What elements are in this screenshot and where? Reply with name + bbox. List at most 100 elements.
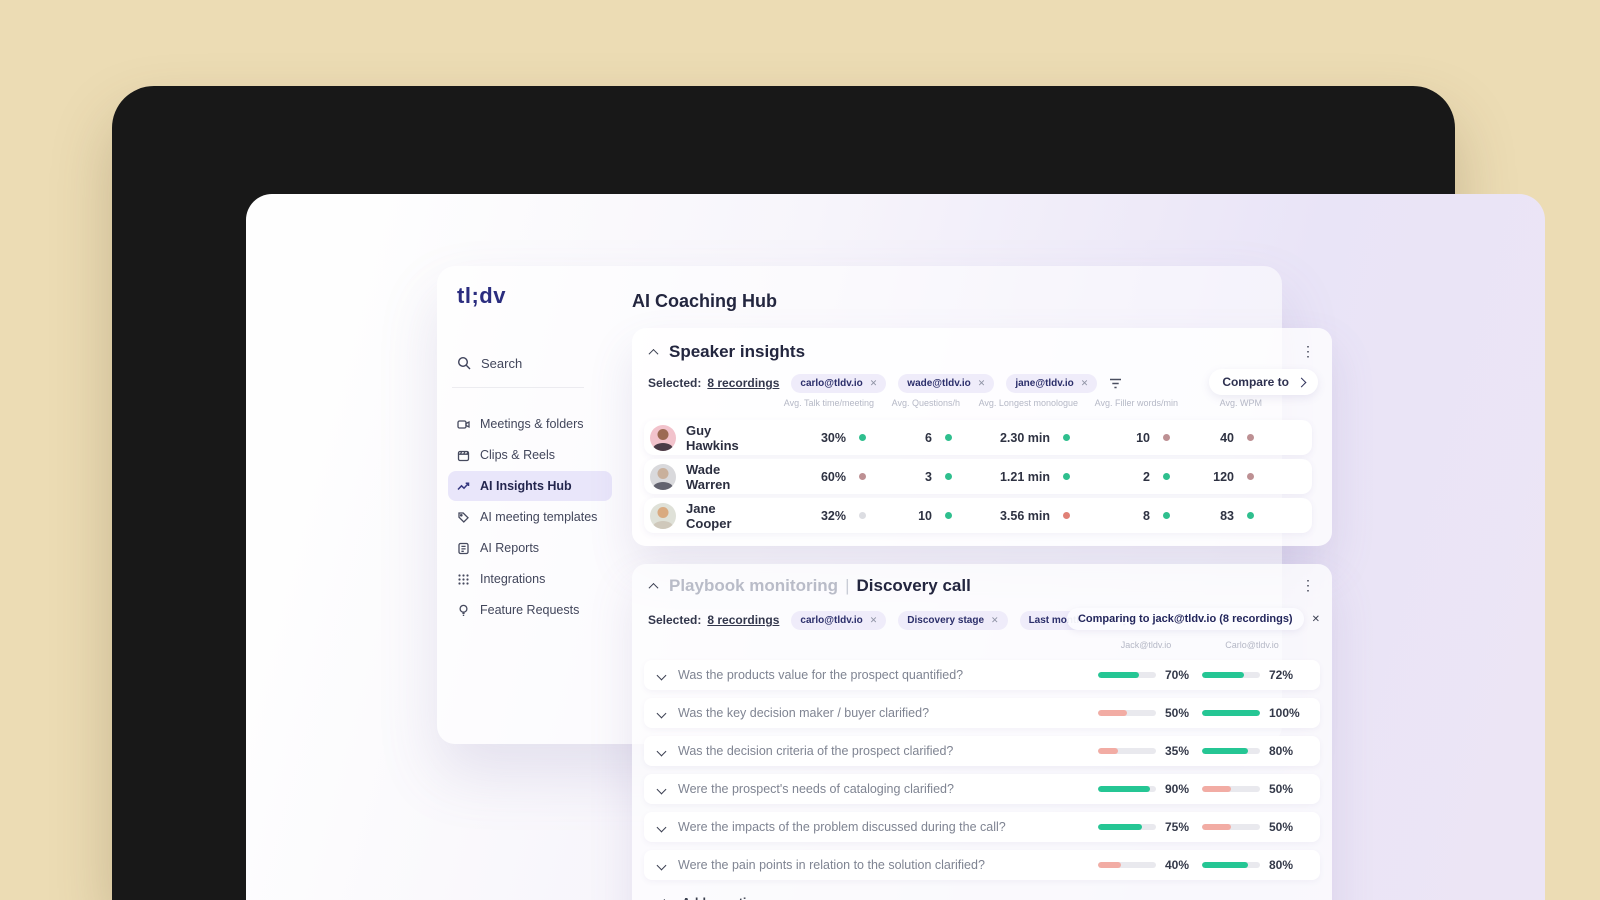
progress-left: 70% xyxy=(1098,668,1202,682)
laptop-frame: tl;dv Search Meetings & folders Clips & … xyxy=(112,86,1545,900)
sidebar-item-label: Integrations xyxy=(480,572,546,586)
expand-chevron-icon[interactable] xyxy=(656,860,667,870)
status-dot xyxy=(1163,434,1170,441)
kebab-menu-icon[interactable] xyxy=(1300,577,1316,594)
sidebar-item-ai-reports[interactable]: AI Reports xyxy=(448,533,612,563)
question-row[interactable]: Were the pain points in relation to the … xyxy=(644,850,1320,880)
playbook-header[interactable]: Playbook monitoring | Discovery call xyxy=(648,576,971,596)
selected-recordings-link[interactable]: 8 recordings xyxy=(707,613,779,627)
filter-funnel-icon[interactable] xyxy=(1109,378,1122,389)
comparing-chip-wrap: Comparing to jack@tldv.io (8 recordings) xyxy=(1066,608,1320,630)
filter-chip[interactable]: carlo@tldv.io xyxy=(791,373,887,393)
sidebar-item-clips[interactable]: Clips & Reels xyxy=(448,440,612,470)
filter-chip[interactable]: jane@tldv.io xyxy=(1006,373,1098,393)
playbook-monitoring-card: Playbook monitoring|Discovery call Selec… xyxy=(632,564,1332,900)
playbook-title: Discovery call xyxy=(856,576,971,595)
avatar xyxy=(650,424,676,451)
sidebar-item-meetings[interactable]: Meetings & folders xyxy=(448,409,612,439)
compare-to-button[interactable]: Compare to xyxy=(1209,369,1318,395)
speaker-row-wade-warren[interactable]: Wade Warren 60% 3 1.21 min 2 120 xyxy=(644,459,1312,494)
tldv-logo: tl;dv xyxy=(457,283,506,308)
sidebar-search-label: Search xyxy=(481,355,523,371)
status-dot xyxy=(945,512,952,519)
template-tag-icon xyxy=(458,511,469,523)
progress-right: 80% xyxy=(1202,744,1306,758)
comparison-column-right: Carlo@tldv.io xyxy=(1225,640,1279,650)
column-header: Avg. Talk time/meeting xyxy=(783,398,874,408)
sidebar-item-feature-requests[interactable]: Feature Requests xyxy=(448,595,612,625)
progress-bar xyxy=(1202,786,1231,792)
remove-chip-icon[interactable] xyxy=(870,615,878,626)
status-dot xyxy=(1247,473,1254,480)
sidebar-search[interactable]: Search xyxy=(448,348,612,378)
laptop-screen: tl;dv Search Meetings & folders Clips & … xyxy=(246,194,1545,900)
status-dot xyxy=(859,434,866,441)
status-dot xyxy=(945,434,952,441)
expand-chevron-icon[interactable] xyxy=(656,670,667,680)
column-header: Avg. Longest monologue xyxy=(978,398,1078,408)
progress-bar xyxy=(1098,786,1151,792)
sidebar-item-integrations[interactable]: Integrations xyxy=(448,564,612,594)
column-header: Avg. WPM xyxy=(1219,398,1262,408)
plus-icon xyxy=(660,895,669,900)
sidebar-item-label: AI Reports xyxy=(480,541,540,555)
collapse-chevron-icon[interactable] xyxy=(648,348,659,359)
status-dot xyxy=(1063,512,1070,519)
expand-chevron-icon[interactable] xyxy=(656,784,667,794)
avatar xyxy=(650,463,676,490)
comparing-chip[interactable]: Comparing to jack@tldv.io (8 recordings) xyxy=(1066,608,1304,630)
desktop-background: tl;dv Search Meetings & folders Clips & … xyxy=(0,0,1600,900)
progress-left: 35% xyxy=(1098,744,1202,758)
sidebar-item-ai-insights-hub[interactable]: AI Insights Hub xyxy=(448,471,612,501)
speaker-insights-header[interactable]: Speaker insights xyxy=(648,342,805,362)
collapse-chevron-icon[interactable] xyxy=(648,582,659,593)
sidebar-item-ai-meeting-templates[interactable]: AI meeting templates xyxy=(448,502,612,532)
speaker-row-guy-hawkins[interactable]: Guy Hawkins 30% 6 2.30 min 10 40 xyxy=(644,420,1312,455)
remove-chip-icon[interactable] xyxy=(978,378,986,389)
remove-chip-icon[interactable] xyxy=(870,378,878,389)
clapperboard-icon xyxy=(457,450,470,461)
expand-chevron-icon[interactable] xyxy=(656,708,667,718)
search-icon xyxy=(457,356,471,370)
remove-comparison-icon[interactable] xyxy=(1312,614,1320,625)
expand-chevron-icon[interactable] xyxy=(656,746,667,756)
expand-chevron-icon[interactable] xyxy=(656,822,667,832)
filter-chip[interactable]: Discovery stage xyxy=(898,610,1008,630)
remove-chip-icon[interactable] xyxy=(991,615,999,626)
remove-chip-icon[interactable] xyxy=(1081,378,1089,389)
question-row[interactable]: Was the key decision maker / buyer clari… xyxy=(644,698,1320,728)
filter-chip[interactable]: wade@tldv.io xyxy=(898,373,995,393)
column-header: Avg. Questions/h xyxy=(891,398,960,408)
progress-right: 80% xyxy=(1202,858,1306,872)
progress-bar xyxy=(1098,748,1119,754)
question-row[interactable]: Was the products value for the prospect … xyxy=(644,660,1320,690)
kebab-menu-icon[interactable] xyxy=(1300,343,1316,360)
progress-right: 50% xyxy=(1202,782,1306,796)
selected-label: Selected: xyxy=(648,613,702,627)
status-dot xyxy=(1247,434,1254,441)
progress-right: 100% xyxy=(1202,706,1306,720)
speaker-row-jane-cooper[interactable]: Jane Cooper 32% 10 3.56 min 8 83 xyxy=(644,498,1312,533)
progress-right: 50% xyxy=(1202,820,1306,834)
progress-bar xyxy=(1202,748,1249,754)
progress-bar xyxy=(1098,824,1142,830)
sidebar-item-label: Clips & Reels xyxy=(480,448,556,462)
lightbulb-icon xyxy=(459,604,468,616)
question-row[interactable]: Was the decision criteria of the prospec… xyxy=(644,736,1320,766)
sidebar-item-label: AI Insights Hub xyxy=(480,479,572,493)
avatar xyxy=(650,502,676,529)
question-row[interactable]: Were the impacts of the problem discusse… xyxy=(644,812,1320,842)
status-dot xyxy=(859,473,866,480)
progress-right: 72% xyxy=(1202,668,1306,682)
progress-left: 40% xyxy=(1098,858,1202,872)
speaker-table-header: Avg. Talk time/meeting Avg. Questions/h … xyxy=(644,398,1320,408)
filter-chip[interactable]: carlo@tldv.io xyxy=(791,610,887,630)
question-row[interactable]: Were the prospect's needs of cataloging … xyxy=(644,774,1320,804)
sidebar-divider xyxy=(452,387,584,388)
progress-bar xyxy=(1202,672,1244,678)
status-dot xyxy=(859,512,866,519)
status-dot xyxy=(1163,512,1170,519)
add-question-button[interactable]: Add question xyxy=(660,888,762,900)
speaker-filter-row: Selected: 8 recordings carlo@tldv.io wad… xyxy=(648,373,1122,393)
selected-recordings-link[interactable]: 8 recordings xyxy=(707,376,779,390)
